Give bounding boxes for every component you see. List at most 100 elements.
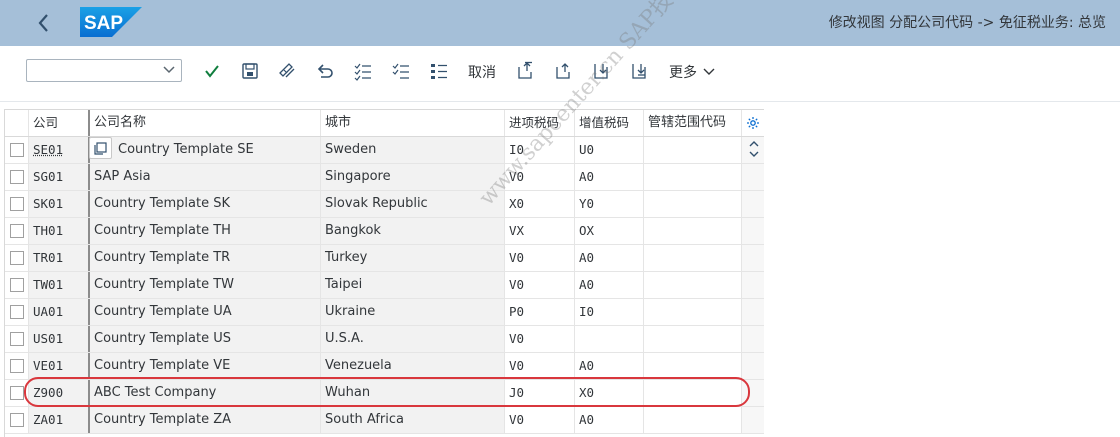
column-header-jurisdiction[interactable]: 管辖范围代码 xyxy=(644,110,742,136)
copy-button[interactable] xyxy=(89,137,112,159)
table-row[interactable]: TW01 Country Template TW Taipei V0 A0 xyxy=(5,272,764,299)
select-all-header[interactable] xyxy=(5,110,29,136)
vat-code-cell[interactable]: I0 xyxy=(575,299,644,325)
input-tax-code-cell[interactable]: J0 xyxy=(505,380,575,406)
jurisdiction-code-cell[interactable] xyxy=(644,245,742,271)
deselect-all-icon[interactable] xyxy=(391,61,411,81)
table-row[interactable]: TH01 Country Template TH Bangkok VX OX xyxy=(5,218,764,245)
input-tax-code-cell[interactable]: X0 xyxy=(505,191,575,217)
input-tax-code-cell[interactable]: I0 xyxy=(505,137,575,163)
row-checkbox[interactable] xyxy=(10,359,24,373)
row-selector[interactable] xyxy=(5,380,29,406)
row-selector[interactable] xyxy=(5,191,29,217)
table-row[interactable]: SG01 SAP Asia Singapore V0 A0 xyxy=(5,164,764,191)
row-checkbox[interactable] xyxy=(10,332,24,346)
jurisdiction-code-cell[interactable] xyxy=(644,326,742,352)
vat-code-cell[interactable]: Y0 xyxy=(575,191,644,217)
row-checkbox[interactable] xyxy=(10,305,24,319)
last-page-icon[interactable] xyxy=(630,61,650,81)
jurisdiction-code-cell[interactable] xyxy=(644,218,742,244)
row-checkbox[interactable] xyxy=(10,170,24,184)
row-checkbox[interactable] xyxy=(10,224,24,238)
jurisdiction-code-cell[interactable] xyxy=(644,191,742,217)
select-all-icon[interactable] xyxy=(353,61,373,81)
row-selector[interactable] xyxy=(5,245,29,271)
column-header-vat-code[interactable]: 增值税码 xyxy=(575,110,644,136)
table-row[interactable]: SE01 Country Template SE Sweden I0 U0 xyxy=(5,137,764,164)
row-checkbox[interactable] xyxy=(10,197,24,211)
company-name-cell: Country Template SE xyxy=(90,137,321,163)
back-button[interactable] xyxy=(30,8,58,38)
input-tax-code-cell[interactable]: P0 xyxy=(505,299,575,325)
previous-page-icon[interactable] xyxy=(554,61,574,81)
vat-code-cell[interactable]: A0 xyxy=(575,245,644,271)
input-tax-code-cell[interactable]: V0 xyxy=(505,245,575,271)
row-checkbox[interactable] xyxy=(10,278,24,292)
city-cell: Sweden xyxy=(321,137,505,163)
jurisdiction-code-cell[interactable] xyxy=(644,380,742,406)
company-code-cell: TR01 xyxy=(29,245,90,271)
input-tax-code-cell[interactable]: V0 xyxy=(505,272,575,298)
row-selector[interactable] xyxy=(5,218,29,244)
row-checkbox[interactable] xyxy=(10,143,24,157)
vat-code-cell[interactable] xyxy=(575,326,644,352)
row-checkbox[interactable] xyxy=(10,413,24,427)
jurisdiction-code-cell[interactable] xyxy=(644,164,742,190)
input-tax-code-cell[interactable]: V0 xyxy=(505,353,575,379)
row-selector[interactable] xyxy=(5,137,29,163)
vat-code-cell[interactable]: A0 xyxy=(575,407,644,433)
vat-code-cell[interactable]: A0 xyxy=(575,164,644,190)
cancel-button[interactable]: 取消 xyxy=(468,62,496,82)
table-row[interactable]: VE01 Country Template VE Venezuela V0 A0 xyxy=(5,353,764,380)
row-selector[interactable] xyxy=(5,272,29,298)
table-settings-button[interactable] xyxy=(742,110,764,136)
input-tax-code-cell[interactable]: V0 xyxy=(505,407,575,433)
row-selector[interactable] xyxy=(5,164,29,190)
table-row[interactable]: Z900 ABC Test Company Wuhan J0 X0 xyxy=(5,380,764,407)
row-selector[interactable] xyxy=(5,353,29,379)
column-header-company-name[interactable]: 公司名称 xyxy=(90,110,321,136)
jurisdiction-code-cell[interactable] xyxy=(644,137,742,163)
table-row[interactable]: ZA01 Country Template ZA South Africa V0 A0 xyxy=(5,407,764,434)
first-page-icon[interactable] xyxy=(516,61,536,81)
next-page-icon[interactable] xyxy=(592,61,612,81)
table-row[interactable]: TR01 Country Template TR Turkey V0 A0 xyxy=(5,245,764,272)
display-change-icon[interactable] xyxy=(277,61,297,81)
copy-icon xyxy=(94,142,107,155)
row-end-cell xyxy=(742,245,764,271)
check-icon[interactable] xyxy=(202,61,222,81)
vat-code-cell[interactable]: A0 xyxy=(575,353,644,379)
column-header-input-tax[interactable]: 进项税码 xyxy=(505,110,575,136)
input-tax-code-cell[interactable]: V0 xyxy=(505,164,575,190)
variant-dropdown[interactable] xyxy=(26,59,182,82)
row-checkbox[interactable] xyxy=(10,251,24,265)
row-selector[interactable] xyxy=(5,299,29,325)
row-checkbox[interactable] xyxy=(10,386,24,400)
row-selector[interactable] xyxy=(5,407,29,433)
jurisdiction-code-cell[interactable] xyxy=(644,353,742,379)
column-header-city[interactable]: 城市 xyxy=(321,110,505,136)
table-row[interactable]: UA01 Country Template UA Ukraine P0 I0 xyxy=(5,299,764,326)
table-row[interactable]: SK01 Country Template SK Slovak Republic X0… xyxy=(5,191,764,218)
vat-code-cell[interactable]: U0 xyxy=(575,137,644,163)
more-button[interactable]: 更多 xyxy=(669,62,715,82)
table-row[interactable]: US01 Country Template US U.S.A. V0 xyxy=(5,326,764,353)
jurisdiction-code-cell[interactable] xyxy=(644,272,742,298)
company-code-cell: Z900 xyxy=(29,380,90,406)
input-tax-code-cell[interactable]: V0 xyxy=(505,326,575,352)
company-code-cell: TW01 xyxy=(29,272,90,298)
row-selector[interactable] xyxy=(5,326,29,352)
jurisdiction-code-cell[interactable] xyxy=(644,407,742,433)
company-code-cell: VE01 xyxy=(29,353,90,379)
select-block-icon[interactable] xyxy=(429,61,449,81)
column-header-company[interactable]: 公司 xyxy=(29,110,90,136)
input-tax-code-cell[interactable]: VX xyxy=(505,218,575,244)
company-name-cell: SAP Asia xyxy=(90,164,321,190)
vat-code-cell[interactable]: A0 xyxy=(575,272,644,298)
undo-icon[interactable] xyxy=(315,61,335,81)
jurisdiction-code-cell[interactable] xyxy=(644,299,742,325)
scroll-up-down-icon[interactable] xyxy=(746,137,762,161)
save-icon[interactable] xyxy=(240,61,260,81)
vat-code-cell[interactable]: X0 xyxy=(575,380,644,406)
vat-code-cell[interactable]: OX xyxy=(575,218,644,244)
